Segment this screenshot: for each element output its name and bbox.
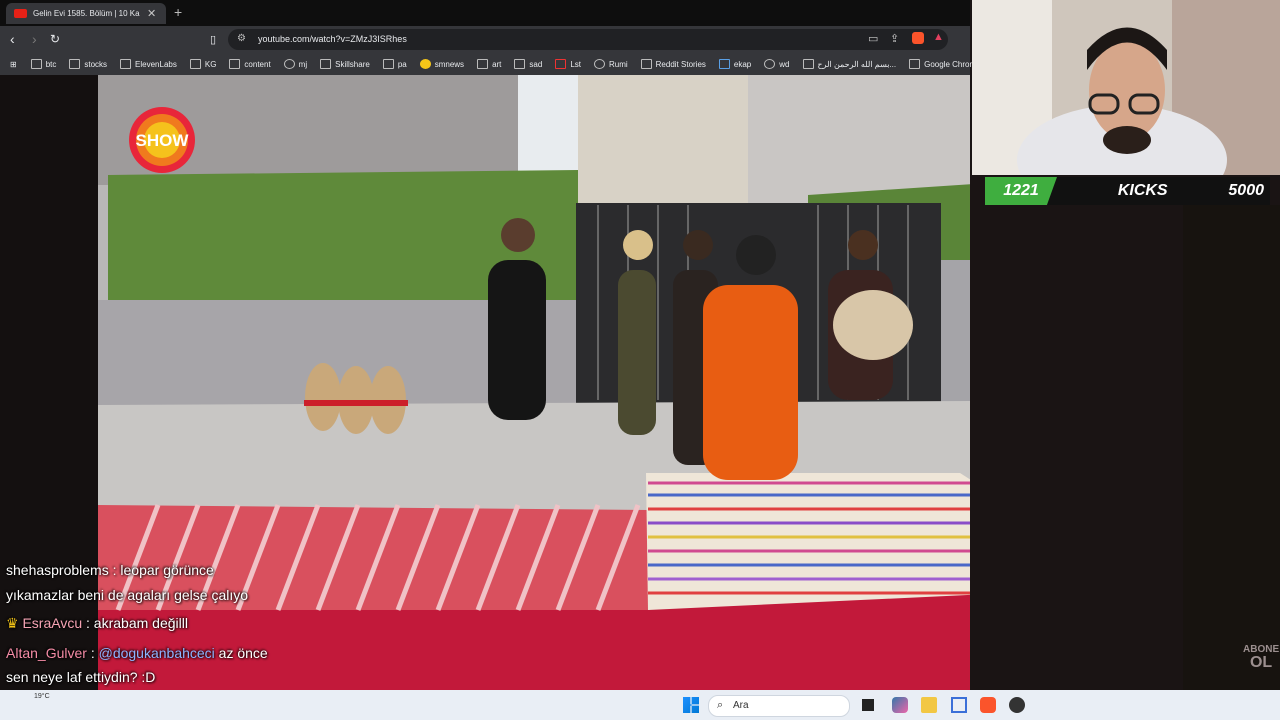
folder-icon [229, 59, 241, 69]
bookmark-stocks[interactable]: stocks [69, 59, 107, 69]
bookmark-wd[interactable]: wd [764, 59, 790, 69]
bookmark-sad[interactable]: sad [514, 59, 542, 69]
smiley-icon [419, 59, 431, 69]
site-settings-icon[interactable]: ⚙ [237, 33, 246, 44]
bookmarks-bar: ⊞ btc stocks ElevenLabs KG content mj Sk… [0, 53, 1000, 75]
chat-username: shehasproblems [6, 562, 109, 578]
bookmark-reddit-stories[interactable]: Reddit Stories [640, 59, 706, 69]
folder-icon [382, 59, 394, 69]
windows-start-icon[interactable] [683, 697, 699, 713]
s-logo-icon [555, 59, 567, 69]
address-row: ‹ › ↻ ▯ ⚙ youtube.com/watch?v=ZMzJ3ISRhe… [0, 26, 970, 53]
obs-icon[interactable] [1009, 697, 1025, 713]
chat-separator: : [86, 645, 99, 661]
bookmark-pa[interactable]: pa [382, 59, 407, 69]
bookmark-art[interactable]: art [477, 59, 501, 69]
chat-text: sen neye laf ettiydin? :D [6, 669, 156, 685]
bookmark-arabic[interactable]: بسم الله الرحمن الرح... [802, 59, 896, 69]
windows-taskbar: 19°C ⌕ Ara [0, 690, 1280, 720]
chat-separator: : [108, 562, 121, 578]
folder-icon [909, 59, 921, 69]
elevenlabs-icon [120, 59, 132, 69]
file-explorer-icon[interactable] [921, 697, 937, 713]
bookmark-btc[interactable]: btc [30, 59, 56, 69]
kicks-count: 1221 [1003, 182, 1039, 199]
search-icon: ⌕ [717, 699, 724, 711]
tab-title: Gelin Evi 1585. Bölüm | 10 Ka [33, 9, 140, 18]
folder-icon [189, 59, 201, 69]
folder-icon [30, 59, 42, 69]
bookmark-smnews[interactable]: smnews [419, 59, 464, 69]
webcam-image [972, 0, 1280, 175]
bookmark-ekap[interactable]: ekap [718, 59, 751, 69]
chat-username: Altan_Gulver [6, 645, 87, 661]
youtube-icon [14, 9, 27, 18]
slash-icon [514, 59, 526, 69]
forward-icon[interactable]: › [32, 31, 37, 47]
url-text: youtube.com/watch?v=ZMzJ3ISRhes [258, 34, 407, 44]
apps-icon[interactable]: ⊞ [10, 60, 17, 69]
bookmark-mj[interactable]: mj [283, 59, 307, 69]
chat-separator: : [82, 615, 94, 631]
folder-icon [69, 59, 81, 69]
chat-mention: @dogukanbahceci [98, 645, 215, 661]
bookmark-icon[interactable]: ▯ [210, 33, 216, 46]
globe-icon [593, 59, 605, 69]
chat-message: shehasproblems : leopar görünce [6, 562, 214, 578]
video-player[interactable]: SHOW shehasproblems : leopar görünce yıka… [0, 75, 970, 690]
github-icon [283, 59, 295, 69]
page-icon [802, 59, 814, 69]
webcam-overlay [972, 0, 1280, 175]
brave-browser-icon[interactable] [980, 697, 996, 713]
bookmark-elevenlabs[interactable]: ElevenLabs [120, 59, 177, 69]
task-view-icon[interactable] [862, 699, 874, 711]
bookmark-kg[interactable]: KG [189, 59, 216, 69]
cast-icon[interactable]: ▭ [868, 32, 878, 45]
brave-shields-icon[interactable] [912, 32, 924, 44]
crown-badge-icon: ♛ [6, 615, 23, 631]
search-placeholder: Ara [733, 700, 749, 711]
reload-icon[interactable]: ↻ [50, 32, 60, 46]
address-bar[interactable]: ⚙ youtube.com/watch?v=ZMzJ3ISRhes ▭ ⇪ ▲ [228, 29, 948, 50]
taskbar-search[interactable]: ⌕ Ara [708, 695, 850, 717]
brave-rewards-icon[interactable]: ▲ [933, 31, 944, 43]
globe-icon [764, 59, 776, 69]
chat-message: yıkamazlar beni de agaları gelse çalıyo [6, 587, 248, 603]
chat-username: EsraAvcu [22, 615, 83, 631]
ol-text: OL [1249, 654, 1273, 671]
bookmark-skillshare[interactable]: Skillshare [320, 59, 370, 69]
d-logo-icon [640, 59, 652, 69]
snipping-tool-icon[interactable] [951, 697, 967, 713]
share-icon[interactable]: ⇪ [890, 32, 899, 45]
chat-message: ♛ EsraAvcu : akrabam değilll [6, 615, 188, 632]
kicks-counter-box: 1221 [985, 177, 1057, 205]
tab-bar: Gelin Evi 1585. Bölüm | 10 Ka ✕ + [0, 0, 970, 26]
ekap-icon [718, 59, 730, 69]
bookmark-content[interactable]: content [229, 59, 271, 69]
tab-youtube[interactable]: Gelin Evi 1585. Bölüm | 10 Ka ✕ [6, 3, 166, 24]
kicks-goal-target: 5000 [1228, 182, 1264, 199]
close-tab-icon[interactable]: ✕ [147, 7, 156, 20]
abone-ol-watermark: ABONE OL [1243, 645, 1279, 671]
chat-text: yıkamazlar beni de agaları gelse çalıyo [6, 587, 249, 603]
bookmark-lst[interactable]: Lst [555, 59, 581, 69]
new-tab-button[interactable]: + [174, 4, 182, 20]
show-logo: SHOW [136, 131, 190, 150]
kicks-goal-bar: 1221 KICKS 5000 [985, 177, 1270, 205]
stream-side-panel [1183, 205, 1280, 690]
chat-text: az önce [214, 645, 268, 661]
folder-icon [477, 59, 489, 69]
bookmark-rumi[interactable]: Rumi [593, 59, 628, 69]
kicks-label: KICKS [1117, 182, 1168, 199]
chat-message: sen neye laf ettiydin? :D [6, 669, 155, 685]
back-icon[interactable]: ‹ [10, 31, 15, 47]
skillshare-icon [320, 59, 332, 69]
chat-text: akrabam değilll [93, 615, 188, 631]
weather-temp: 19°C [34, 693, 50, 700]
chat-text: leopar görünce [120, 562, 214, 578]
chat-message: Altan_Gulver : @dogukanbahceci az önce [6, 645, 268, 661]
copilot-icon[interactable] [892, 697, 908, 713]
